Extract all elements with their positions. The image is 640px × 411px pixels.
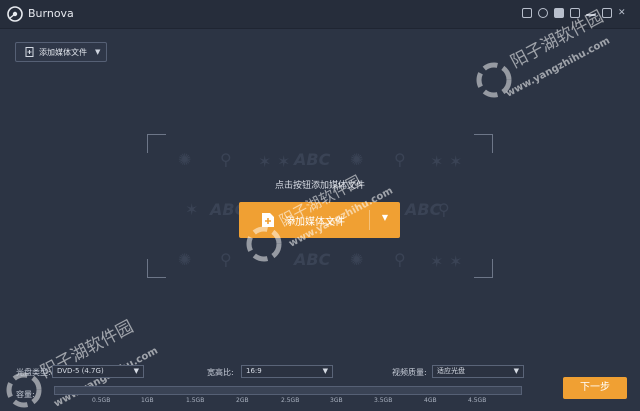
aspect-ratio-value: 16:9 (246, 367, 262, 375)
title-bar: Burnova ✕ (0, 0, 640, 29)
stars-icon: ✶ ✶ (430, 252, 463, 271)
register-icon[interactable] (522, 8, 532, 18)
capacity-tick: 3GB (330, 397, 343, 404)
film-reel-icon: ✺ (350, 150, 364, 169)
frame-corner (474, 259, 493, 278)
frame-corner (147, 134, 166, 153)
disc-type-select[interactable]: DVD-5 (4.7G) ▼ (52, 365, 144, 378)
maximize-icon[interactable] (602, 8, 612, 18)
button-divider (369, 210, 370, 230)
capacity-tick: 3.5GB (374, 397, 393, 404)
microphone-icon: ⚲ (394, 250, 406, 269)
film-reel-icon: ✺ (350, 250, 364, 269)
capacity-tick: 1GB (141, 397, 154, 404)
film-reel-icon: ✺ (178, 150, 192, 169)
microphone-icon: ⚲ (438, 200, 450, 219)
capacity-tick: 2.5GB (281, 397, 300, 404)
chevron-down-icon: ▼ (322, 367, 328, 375)
disc-type-label: 光盘类型: (16, 368, 51, 377)
facebook-icon[interactable] (554, 8, 564, 18)
video-quality-label: 视频质量: (392, 368, 427, 377)
capacity-tick: 1.5GB (186, 397, 205, 404)
stars-icon: ✶ ✶ (430, 152, 463, 171)
watermark-logo (246, 226, 282, 262)
output-settings-row: 光盘类型: DVD-5 (4.7G) ▼ 宽高比: 16:9 ▼ 视频质量: 适… (0, 364, 640, 382)
stars-icon: ✶ (185, 200, 199, 219)
capacity-bar (54, 386, 522, 395)
disc-type-value: DVD-5 (4.7G) (57, 367, 104, 375)
capacity-tick: 4.5GB (468, 397, 487, 404)
microphone-icon: ⚲ (394, 150, 406, 169)
abc-text-decor: ABC (294, 250, 331, 269)
capacity-tick: 2GB (236, 397, 249, 404)
video-quality-value: 适应光盘 (437, 367, 465, 375)
chevron-down-icon: ▼ (133, 367, 139, 375)
stars-icon: ✶ ✶ (258, 152, 291, 171)
capacity-row: 容量: 0.5GB 1GB 1.5GB 2GB 2.5GB 3GB 3.5GB … (0, 383, 640, 409)
capacity-tick: 4GB (424, 397, 437, 404)
abc-text-decor: ABC (294, 150, 331, 169)
feedback-icon[interactable] (538, 8, 548, 18)
video-quality-select[interactable]: 适应光盘 ▼ (432, 365, 524, 378)
frame-corner (147, 259, 166, 278)
burnova-logo-icon (7, 6, 23, 22)
microphone-icon: ⚲ (220, 250, 232, 269)
app-title: Burnova (28, 7, 74, 20)
add-file-icon (25, 47, 34, 57)
chevron-down-icon: ▼ (513, 367, 519, 375)
next-button[interactable]: 下一步 (563, 377, 627, 399)
microphone-icon: ⚲ (220, 150, 232, 169)
film-reel-icon: ✺ (178, 250, 192, 269)
capacity-label: 容量: (16, 390, 35, 399)
add-media-label: 添加媒体文件 (39, 47, 87, 57)
aspect-ratio-label: 宽高比: (207, 368, 234, 377)
chevron-down-icon[interactable]: ▼ (382, 213, 388, 222)
frame-corner (474, 134, 493, 153)
capacity-tick: 0.5GB (92, 397, 111, 404)
chevron-down-icon: ▼ (95, 48, 101, 56)
abc-text-decor: ABC (405, 200, 442, 219)
aspect-ratio-select[interactable]: 16:9 ▼ (241, 365, 333, 378)
add-media-button[interactable]: 添加媒体文件 ▼ (15, 42, 107, 62)
close-icon[interactable]: ✕ (618, 8, 628, 18)
